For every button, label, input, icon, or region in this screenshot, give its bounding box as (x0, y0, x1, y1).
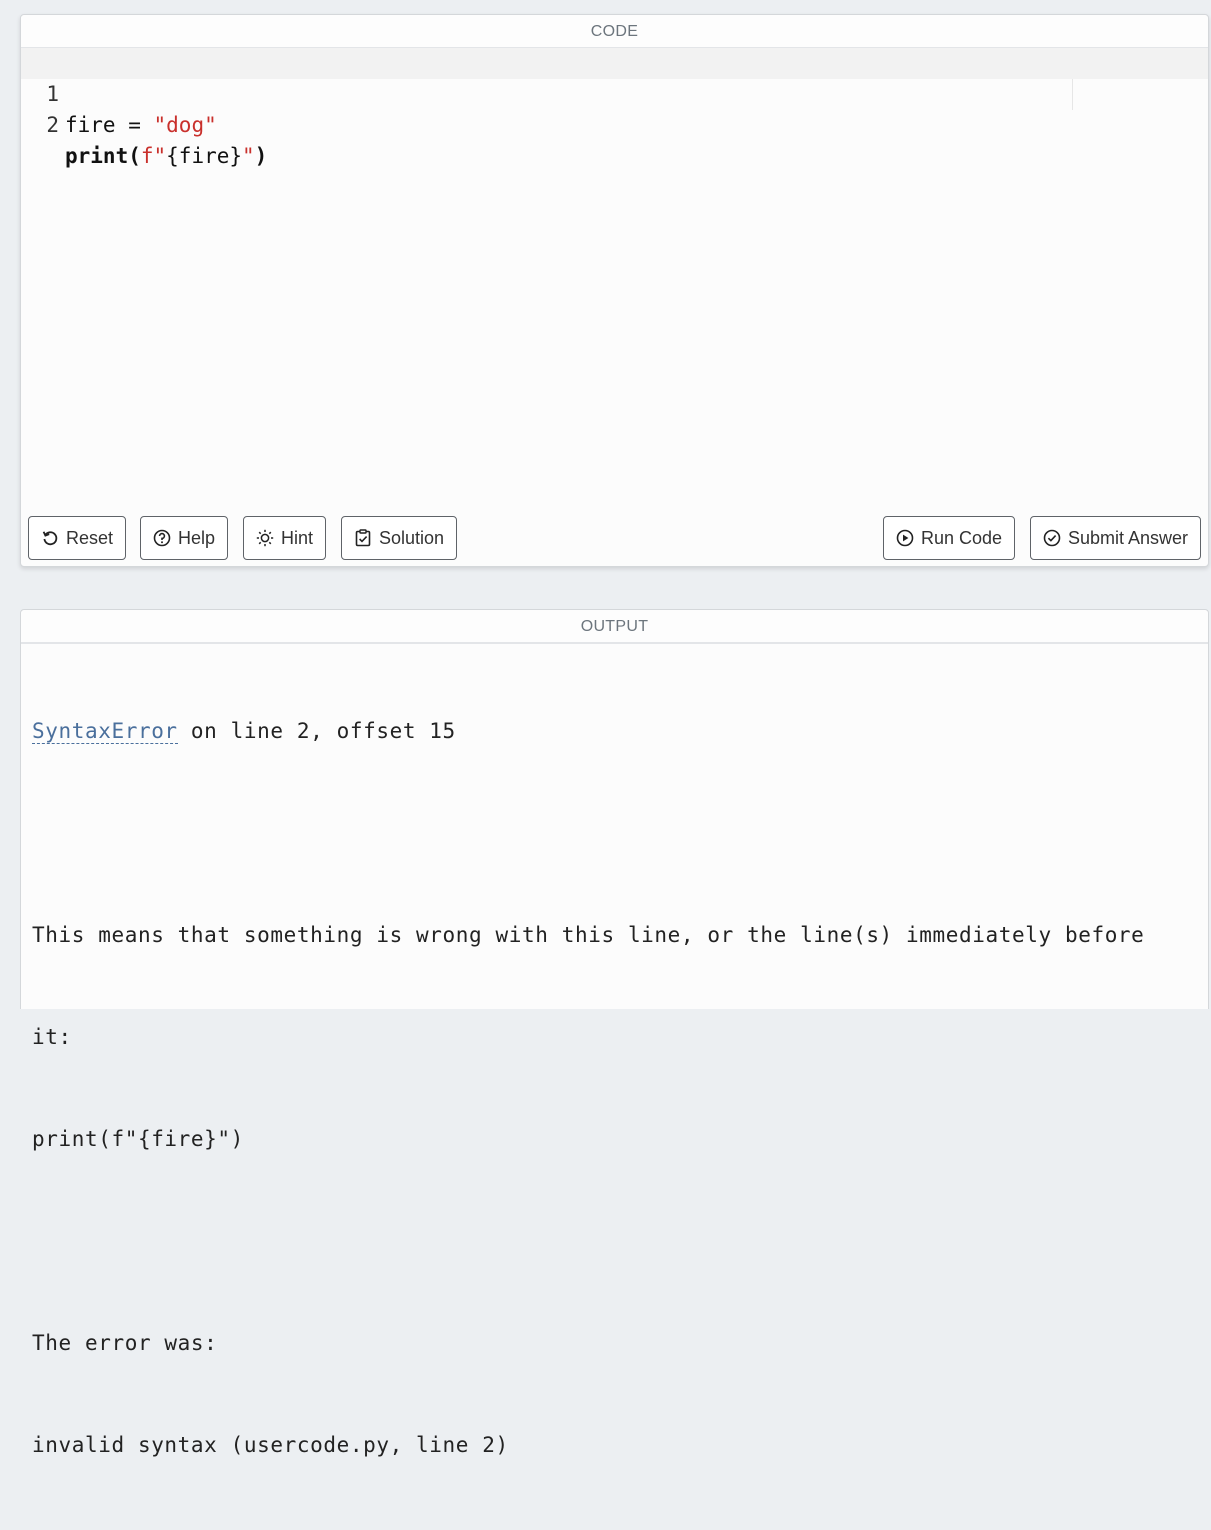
code-line-2[interactable]: 2 print(f"{fire}") (21, 79, 1208, 168)
reset-icon (42, 531, 58, 546)
submit-answer-button[interactable]: Submit Answer (1030, 516, 1202, 560)
reset-button[interactable]: Reset (28, 516, 127, 560)
output-panel: OUTPUT SyntaxError on line 2, offset 15 … (20, 609, 1209, 1457)
help-button-label: Help (178, 527, 216, 548)
solution-button-label: Solution (379, 527, 445, 548)
solution-button[interactable]: Solution (341, 516, 458, 560)
code-token-string: "dog" (153, 113, 217, 137)
code-line-text[interactable]: print(f"{fire}") (65, 141, 267, 172)
code-line-1[interactable]: 1 fire = "dog" (21, 48, 1208, 137)
error-name-link[interactable]: SyntaxError (32, 719, 178, 744)
code-token-fstring-end: " (242, 144, 255, 168)
reset-button-label: Reset (66, 527, 114, 548)
help-button[interactable]: Help (140, 516, 229, 560)
error-location: on line 2, offset 15 (177, 719, 456, 743)
error-was-label: The error was: (32, 1331, 218, 1355)
run-code-button-label: Run Code (921, 527, 1003, 548)
output-panel-header: OUTPUT (21, 610, 1208, 644)
code-token-operator: = (115, 113, 154, 137)
explanation-line-2: it: (32, 1025, 72, 1049)
question-circle-icon (153, 529, 171, 547)
code-token-keyword: print( (65, 144, 141, 168)
explanation-line-1: This means that something is wrong with … (32, 923, 1145, 947)
offending-code-line: print(f"{fire}") (32, 1127, 244, 1151)
code-token-fstring-body: {fire} (166, 144, 243, 168)
code-token-fstring-prefix: f" (140, 144, 167, 168)
editor-ruler (1072, 79, 1073, 110)
error-message: invalid syntax (usercode.py, line 2) (32, 1433, 509, 1457)
code-token-close-paren: ) (254, 144, 268, 168)
submit-answer-button-label: Submit Answer (1068, 527, 1189, 548)
check-circle-icon (1043, 529, 1061, 547)
error-summary-line: SyntaxError on line 2, offset 15 (32, 714, 1198, 748)
output-body: SyntaxError on line 2, offset 15 This me… (32, 646, 1198, 1530)
sun-icon (256, 529, 274, 547)
run-code-button[interactable]: Run Code (883, 516, 1016, 560)
clipboard-check-icon (355, 529, 371, 547)
hint-button[interactable]: Hint (243, 516, 327, 560)
hint-button-label: Hint (281, 527, 314, 548)
code-editor[interactable]: 1 fire = "dog" 2 print(f"{fire}") (21, 48, 1208, 508)
code-panel: CODE 1 fire = "dog" 2 print(f"{fire}") R… (20, 14, 1209, 567)
line-number: 2 (46, 113, 59, 137)
code-panel-header: CODE (21, 15, 1208, 49)
play-circle-icon (896, 529, 914, 547)
